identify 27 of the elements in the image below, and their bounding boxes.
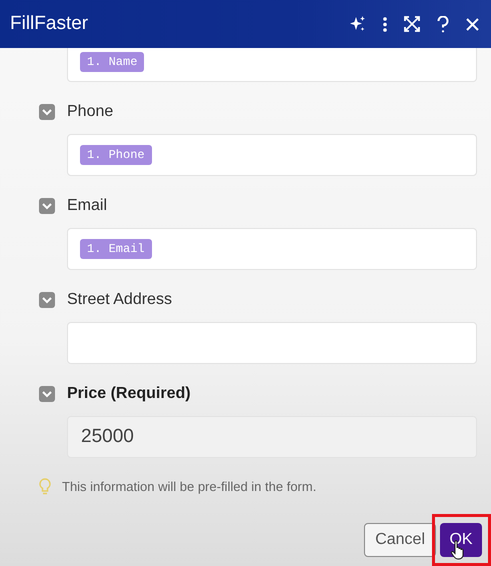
- help-icon[interactable]: [437, 16, 449, 32]
- collapse-toggle[interactable]: [39, 104, 55, 120]
- chevron-down-icon: [42, 390, 52, 398]
- expand-icon[interactable]: [404, 16, 420, 32]
- lightbulb-icon: [39, 478, 51, 495]
- hint-text: This information will be pre-filled in the form.: [62, 479, 316, 494]
- field-label: Email: [67, 197, 108, 215]
- mapped-value-tag: 1. Phone: [80, 145, 152, 165]
- chevron-down-icon: [42, 108, 52, 116]
- close-icon[interactable]: [466, 18, 479, 30]
- window-title: FillFaster: [10, 13, 90, 35]
- field-label: Price (Required): [67, 385, 191, 403]
- input-field[interactable]: 25000: [67, 416, 477, 458]
- more-icon[interactable]: [383, 16, 387, 32]
- sparkle-icon[interactable]: [349, 16, 366, 32]
- chevron-down-icon: [42, 202, 52, 210]
- chevron-down-icon: [42, 296, 52, 304]
- ok-button[interactable]: OK: [440, 523, 482, 557]
- collapse-toggle[interactable]: [39, 386, 55, 402]
- collapse-toggle[interactable]: [39, 198, 55, 214]
- mapped-value-tag: 1. Email: [80, 239, 152, 259]
- mapped-value-tag: 1. Name: [80, 52, 144, 72]
- field-label: Phone: [67, 103, 114, 121]
- collapse-toggle[interactable]: [39, 292, 55, 308]
- field-label: Street Address: [67, 291, 172, 309]
- input-field[interactable]: [67, 322, 477, 364]
- cancel-button[interactable]: Cancel: [364, 523, 436, 557]
